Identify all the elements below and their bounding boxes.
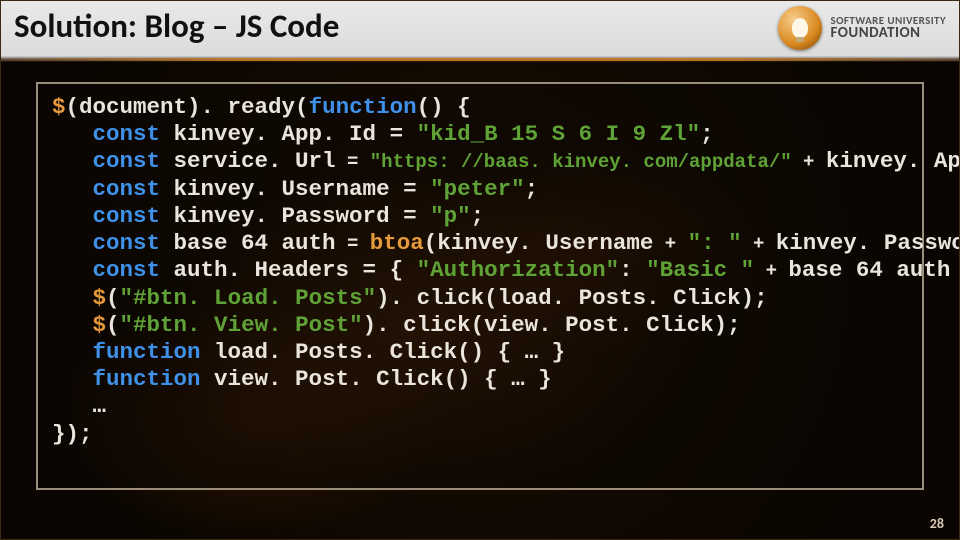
code-line: … [52, 393, 908, 420]
code-line: function view. Post. Click() { … } [52, 366, 908, 393]
code-line: $(document). ready(function() { [52, 94, 908, 121]
code-line: const kinvey. Username = "peter"; [52, 176, 908, 203]
page-number: 28 [930, 515, 944, 532]
code-line: $("#btn. View. Post"). click(view. Post.… [52, 312, 908, 339]
code-line: function load. Posts. Click() { … } [52, 339, 908, 366]
code-line: }); [52, 421, 908, 448]
logo: SOFTWARE UNIVERSITY FOUNDATION [778, 6, 946, 50]
code-line: const kinvey. Password = "p"; [52, 203, 908, 230]
title-underline [0, 58, 960, 61]
logo-text-line2: FOUNDATION [830, 26, 946, 41]
slide-title: Solution: Blog – JS Code [14, 6, 339, 46]
code-line: $("#btn. Load. Posts"). click(load. Post… [52, 285, 908, 312]
code-line: const auth. Headers = { "Authorization":… [52, 257, 908, 284]
code-line: const base 64 auth = btoa(kinvey. Userna… [52, 230, 908, 257]
code-block: $(document). ready(function() { const ki… [36, 82, 924, 490]
lightbulb-icon [778, 6, 822, 50]
code-line: const kinvey. App. Id = "kid_B 15 S 6 I … [52, 121, 908, 148]
code-line: const service. Url = "https: //baas. kin… [52, 148, 908, 175]
